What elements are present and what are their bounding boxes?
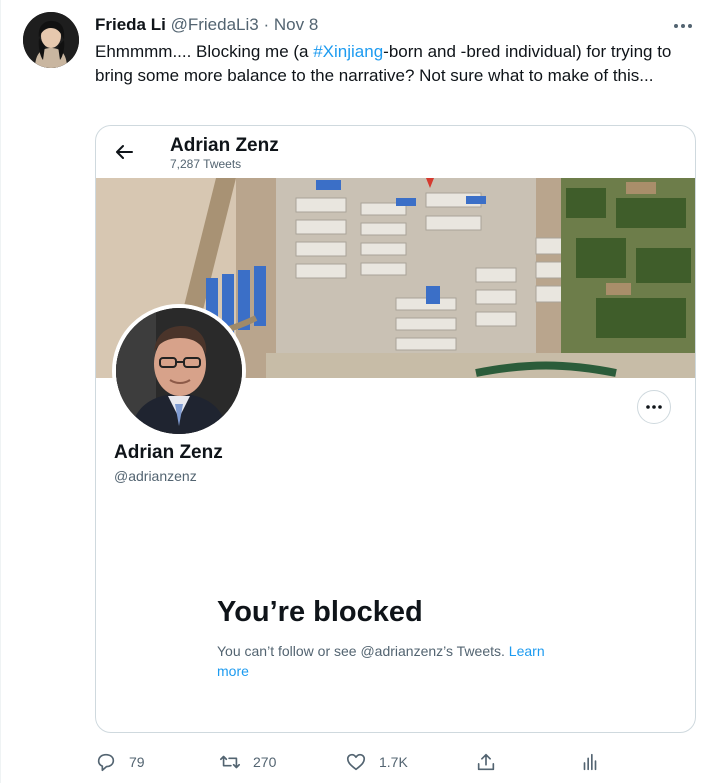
share-icon xyxy=(477,753,495,771)
tweet-header: Frieda Li @FriedaLi3 · Nov 8 xyxy=(95,14,318,36)
back-button[interactable] xyxy=(112,140,136,164)
blocked-text: You can’t follow or see @adrianzenz’s Tw… xyxy=(217,643,509,659)
reply-count: 79 xyxy=(129,754,145,770)
profile-display-name: Adrian Zenz xyxy=(114,442,223,463)
reply-button[interactable]: 79 xyxy=(95,748,145,776)
analytics-icon xyxy=(583,753,597,771)
tweet: Frieda Li @FriedaLi3 · Nov 8 Ehmmmm.... … xyxy=(0,0,715,783)
profile-handle: @adrianzenz xyxy=(114,468,197,484)
heart-icon xyxy=(346,753,366,771)
analytics-button[interactable] xyxy=(579,748,613,776)
share-button[interactable] xyxy=(475,748,509,776)
profile-title: Adrian Zenz xyxy=(170,135,279,156)
like-count: 1.7K xyxy=(379,754,408,770)
retweet-button[interactable]: 270 xyxy=(219,748,276,776)
reply-icon xyxy=(97,753,115,772)
tweet-text-part-1: Ehmmmm.... Blocking me (a xyxy=(95,42,314,61)
like-button[interactable]: 1.7K xyxy=(345,748,408,776)
tweet-text: Ehmmmm.... Blocking me (a #Xinjiang-born… xyxy=(95,40,685,88)
retweet-count: 270 xyxy=(253,754,277,770)
blocked-heading: You’re blocked xyxy=(217,596,423,628)
blocked-description: You can’t follow or see @adrianzenz’s Tw… xyxy=(217,641,577,681)
author-handle[interactable]: @FriedaLi3 xyxy=(171,15,259,34)
profile-more-button[interactable] xyxy=(637,390,671,424)
back-arrow-icon xyxy=(116,145,133,159)
tweet-more-button[interactable] xyxy=(669,12,697,40)
separator-dot: · xyxy=(263,15,270,34)
tweet-actions: 79 270 1.7K xyxy=(95,748,615,776)
retweet-icon xyxy=(220,755,240,769)
tweet-date[interactable]: Nov 8 xyxy=(274,15,318,34)
embedded-screenshot-card[interactable]: Adrian Zenz 7,287 Tweets Adrian Zenz @ad… xyxy=(95,125,696,733)
profile-avatar[interactable] xyxy=(112,304,246,438)
author-name[interactable]: Frieda Li xyxy=(95,15,166,34)
more-dots-icon xyxy=(674,24,692,28)
more-dots-icon xyxy=(646,405,662,409)
hashtag-link[interactable]: #Xinjiang xyxy=(313,42,383,61)
author-avatar[interactable] xyxy=(23,12,79,68)
tweet-count: 7,287 Tweets xyxy=(170,157,242,171)
